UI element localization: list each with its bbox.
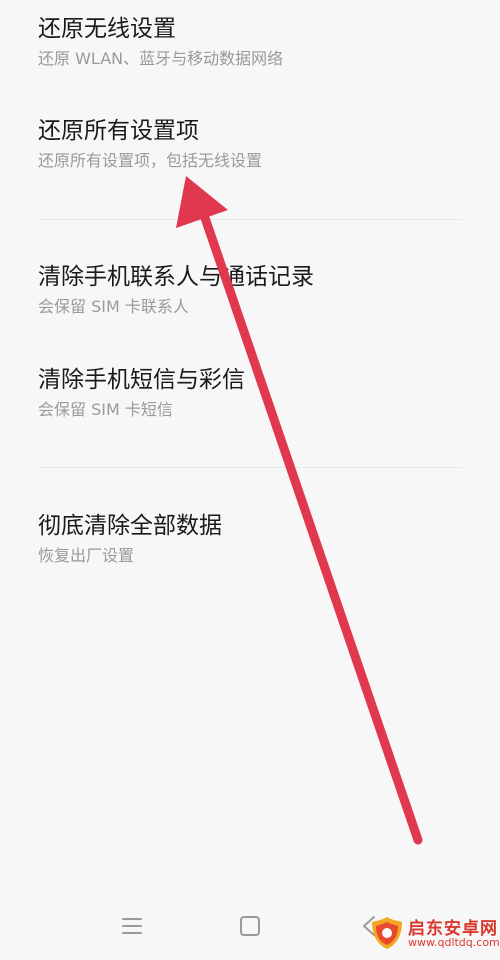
divider bbox=[38, 219, 462, 220]
reset-wireless-settings-subtitle: 还原 WLAN、蓝牙与移动数据网络 bbox=[38, 49, 284, 68]
reset-wireless-settings-title: 还原无线设置 bbox=[38, 16, 176, 42]
clear-sms-mms-title: 清除手机短信与彩信 bbox=[38, 367, 245, 393]
clear-contacts-call-log-title: 清除手机联系人与通话记录 bbox=[38, 264, 314, 290]
divider bbox=[38, 467, 462, 468]
clear-sms-mms-subtitle: 会保留 SIM 卡短信 bbox=[38, 400, 173, 419]
home-icon[interactable] bbox=[232, 908, 268, 944]
reset-all-settings-subtitle: 还原所有设置项，包括无线设置 bbox=[38, 151, 263, 170]
erase-all-data-item[interactable]: 彻底清除全部数据 恢复出厂设置 bbox=[38, 511, 462, 567]
watermark-logo: 启东安卓网 www.qdltdq.com bbox=[368, 912, 500, 956]
clear-sms-mms-item[interactable]: 清除手机短信与彩信 会保留 SIM 卡短信 bbox=[38, 365, 462, 421]
watermark-shield-icon bbox=[372, 917, 402, 949]
erase-all-data-subtitle: 恢复出厂设置 bbox=[38, 546, 135, 565]
reset-all-settings-title: 还原所有设置项 bbox=[38, 118, 199, 144]
menu-icon[interactable] bbox=[114, 908, 150, 944]
erase-all-data-title: 彻底清除全部数据 bbox=[38, 513, 222, 539]
reset-all-settings-item[interactable]: 还原所有设置项 还原所有设置项，包括无线设置 bbox=[38, 116, 462, 172]
reset-wireless-settings-item[interactable]: 还原无线设置 还原 WLAN、蓝牙与移动数据网络 bbox=[38, 14, 462, 70]
clear-contacts-call-log-subtitle: 会保留 SIM 卡联系人 bbox=[38, 297, 189, 316]
watermark-url: www.qdltdq.com bbox=[408, 936, 500, 949]
clear-contacts-call-log-item[interactable]: 清除手机联系人与通话记录 会保留 SIM 卡联系人 bbox=[38, 262, 462, 318]
reset-options-screen: 还原无线设置 还原 WLAN、蓝牙与移动数据网络 还原所有设置项 还原所有设置项… bbox=[0, 0, 500, 960]
